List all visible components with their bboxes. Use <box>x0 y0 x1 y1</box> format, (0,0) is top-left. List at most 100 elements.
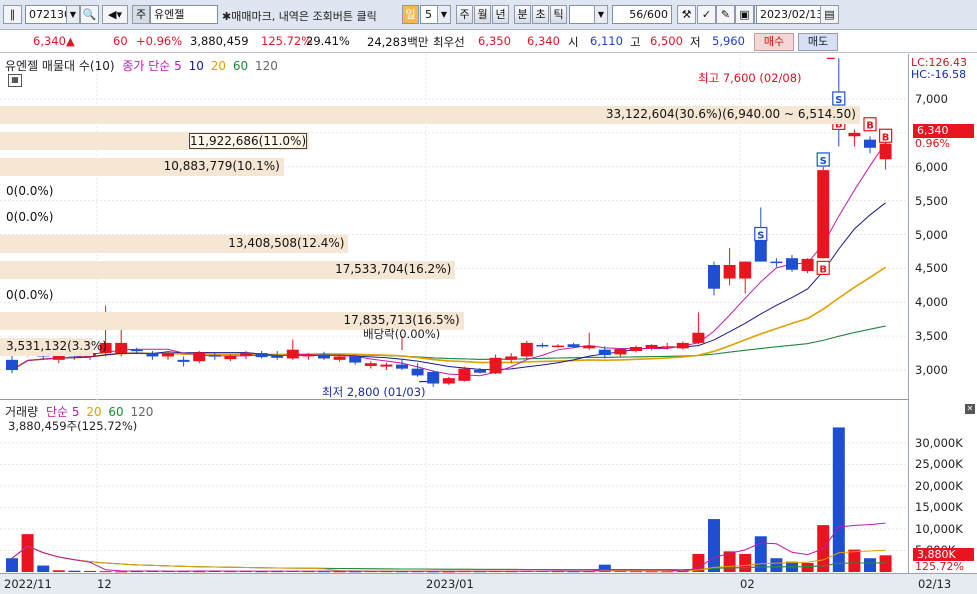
dividend-annotation: 배당락(0.00%) <box>363 327 441 341</box>
draw-tool-icon[interactable]: ✎ <box>716 5 735 24</box>
best-bid: 6,340 <box>527 34 560 48</box>
high-label: 고 <box>630 35 641 49</box>
tab-year[interactable]: 년 <box>492 5 509 24</box>
candle-body <box>364 363 377 366</box>
vol-ma120-line <box>11 545 886 571</box>
volume-profile-label: 11,922,686(11.0%) <box>188 132 308 149</box>
calendar-icon[interactable]: ▤ <box>820 5 839 24</box>
tab-minute[interactable]: 분 <box>514 5 531 24</box>
candle-body <box>474 370 486 373</box>
volume-bar <box>708 519 720 572</box>
candle-body <box>396 364 408 369</box>
tab-month[interactable]: 월 <box>474 5 491 24</box>
volume-profile-label: 3,531,132(3.3%) <box>6 339 107 354</box>
save-icon[interactable]: ▣ <box>735 5 754 24</box>
legend-vol-ma5: 단순 5 <box>45 405 80 419</box>
volume-chart-panel[interactable]: 거래량 단순 5 20 60 120 3,880,459주(125.72%) <box>0 402 908 574</box>
price-tick-label: 6,000 <box>915 159 948 174</box>
best-ask: 6,350 <box>478 34 511 48</box>
legend-ma5: 종가 단순 5 <box>122 59 182 73</box>
indicator-icon[interactable]: ⚒ <box>677 5 696 24</box>
trade-volume: 3,880,459 <box>190 34 249 48</box>
candle-body <box>6 359 18 370</box>
price-tick-label: 7,000 <box>915 92 948 106</box>
candle-body <box>786 258 798 270</box>
last-price-tag: 6,340 <box>913 124 974 138</box>
range-field[interactable]: 56/600 <box>612 5 672 24</box>
volume-bar <box>52 570 65 572</box>
volume-profile-label: 17,533,704(16.2%) <box>335 261 452 276</box>
legend-vol-ma20: 20 <box>86 405 102 419</box>
volume-ratio: 125.72% <box>261 34 313 48</box>
legend-vol-ma120: 120 <box>130 405 154 419</box>
speaker-icon[interactable]: ◀▾ <box>102 5 128 24</box>
candle-body <box>489 357 502 374</box>
range-value: 56 <box>629 8 644 21</box>
tab-week[interactable]: 주 <box>456 5 473 24</box>
current-price: 6,340 <box>33 34 66 48</box>
tick-unit-input[interactable] <box>569 5 595 24</box>
volume-profile-label: 0(0.0%) <box>6 287 54 302</box>
volume-bar <box>68 570 81 572</box>
candle-body <box>520 342 533 357</box>
code-dropdown-button[interactable]: ▼ <box>66 5 80 24</box>
tab-day[interactable]: 일 <box>402 5 419 24</box>
range-total: /600 <box>643 8 668 21</box>
stock-name-field[interactable]: 유엔젤 <box>150 5 218 24</box>
candle-body <box>614 348 627 355</box>
date-axis[interactable]: 2022/11 12 2023/01 02 02/13 <box>0 573 977 594</box>
close-icon[interactable]: ✕ <box>965 404 975 414</box>
volume-bar <box>21 534 34 572</box>
last-volume-readout: 3,880,459주(125.72%) <box>8 419 138 433</box>
period-count-dropdown[interactable]: ▼ <box>437 5 451 24</box>
ma5-line <box>11 142 887 377</box>
sell-button[interactable]: 매도 <box>798 33 838 51</box>
tick-unit-dropdown[interactable]: ▼ <box>594 5 608 24</box>
ma120-line <box>11 325 886 371</box>
tab-second[interactable]: 초 <box>532 5 549 24</box>
stock-code-input[interactable]: 072130 <box>25 5 71 24</box>
candle-body <box>676 342 689 349</box>
x-label-02-13: 02/13 <box>918 577 952 591</box>
price-axis[interactable]: LC:126.43 HC:-16.58 7,0006,5006,0005,500… <box>908 54 977 573</box>
volume-tick-label: 20,000K <box>915 478 963 493</box>
price-tick-label: 3,000 <box>915 363 948 377</box>
ma60-line <box>11 325 886 371</box>
candle-body <box>723 264 736 279</box>
candle-body <box>801 258 814 272</box>
candle-body <box>505 356 518 360</box>
tab-tick[interactable]: 틱 <box>550 5 567 24</box>
candle-body <box>224 355 237 360</box>
price-change-pct: +0.96% <box>136 34 183 48</box>
price-tick-label: 3,500 <box>915 329 948 344</box>
legend-vol-ma60: 60 <box>108 405 124 419</box>
candle-body <box>162 353 174 357</box>
candle-body <box>458 368 471 381</box>
open-price: 6,110 <box>590 34 623 48</box>
volume-tick-label: 10,000K <box>915 521 963 536</box>
candle-body <box>333 356 346 360</box>
trade-marker-letter: S <box>820 156 827 167</box>
date-input[interactable]: 2023/02/13 <box>756 5 824 24</box>
legend-ma60: 60 <box>232 59 249 73</box>
candle-body <box>115 342 128 354</box>
candle-body <box>552 345 564 348</box>
search-icon[interactable]: 🔍 <box>80 5 99 24</box>
price-chart-panel[interactable]: SSBSBBB 유엔젤 매물대 수(10) 종가 단순 5 10 20 60 1… <box>0 54 908 400</box>
candle-body <box>302 354 315 357</box>
chart-menu-icon[interactable]: ∥ <box>3 5 22 24</box>
legend-ma10: 10 <box>188 59 204 73</box>
open-label: 시 <box>568 35 579 49</box>
volume-bar <box>99 571 112 573</box>
price-change: 60 <box>113 34 128 48</box>
line-tool-icon[interactable]: ✓ <box>697 5 716 24</box>
buy-button[interactable]: 매수 <box>754 33 794 51</box>
candle-body <box>411 368 424 376</box>
candle-body <box>879 143 892 160</box>
grid-table-icon[interactable]: ▦ <box>8 74 22 87</box>
candle-body <box>864 139 876 148</box>
hc-readout: HC:-16.58 <box>911 68 967 81</box>
period-count-input[interactable]: 5 <box>420 5 438 24</box>
volume-bar <box>879 555 892 572</box>
trade-amount: 24,283백만 <box>367 35 429 49</box>
